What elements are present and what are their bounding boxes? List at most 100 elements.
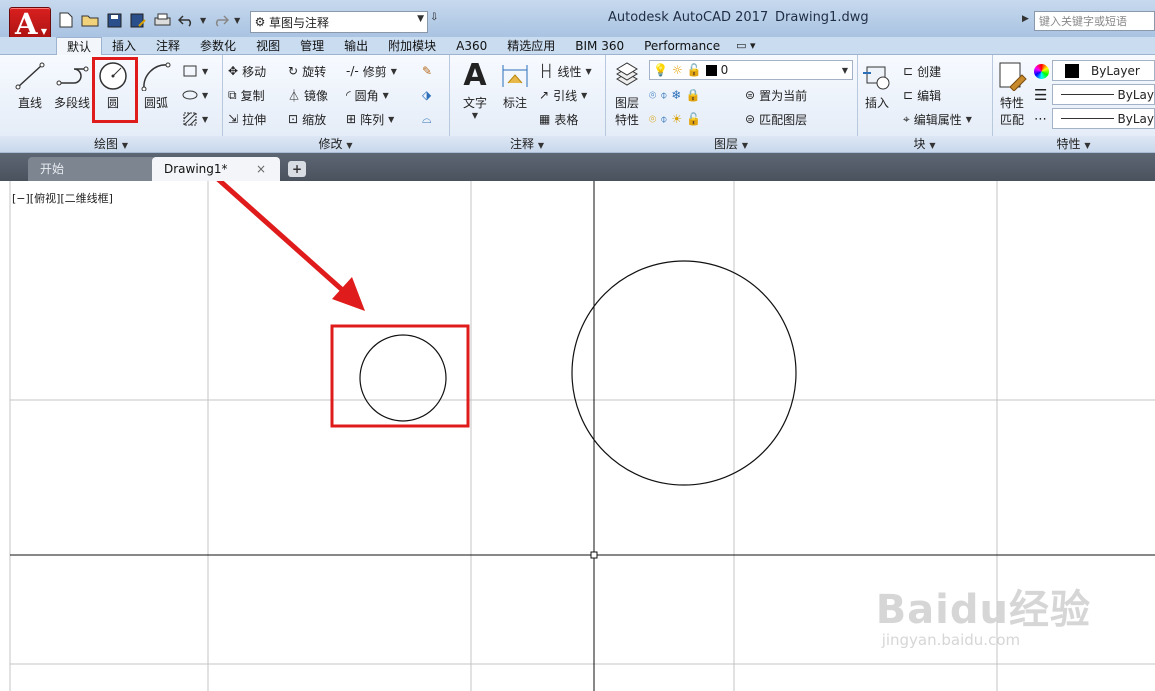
print-icon[interactable]	[152, 10, 172, 30]
leader-tool[interactable]: ↗ 引线 ▼	[539, 85, 587, 105]
layer-off-icon[interactable]: ⌾	[649, 88, 656, 103]
chevron-down-icon: ▼	[202, 114, 209, 124]
customize-qat-icon[interactable]: ⇩	[430, 12, 438, 23]
close-icon[interactable]: ×	[256, 157, 266, 181]
tab-bim360[interactable]: BIM 360	[565, 37, 634, 55]
chevron-down-icon: ▼	[346, 141, 353, 150]
explode-tool[interactable]: ⬗	[422, 85, 431, 105]
make-current-tool[interactable]: ⊜ 置为当前	[745, 85, 807, 105]
lock-open-icon: 🔓	[686, 63, 702, 77]
play-icon[interactable]: ▶	[1022, 14, 1029, 24]
dimension-tool[interactable]: 标注	[499, 61, 531, 111]
match-layer-label: 匹配图层	[759, 112, 808, 127]
lightbulb-icon: 💡	[653, 63, 668, 77]
trim-tool[interactable]: -/- 修剪 ▼	[346, 61, 397, 81]
text-tool[interactable]: A 文字 ▼	[459, 61, 491, 121]
viewport-controls[interactable]: [−][俯视][二维线框]	[12, 190, 113, 206]
match-properties-tool[interactable]: 特性 匹配	[996, 61, 1028, 128]
hatch-pattern-tool[interactable]: ▼	[182, 109, 208, 129]
file-tab-drawing[interactable]: Drawing1* ×	[152, 157, 280, 181]
linear-dimension-icon: ├┤	[539, 64, 554, 78]
move-tool[interactable]: ✥ 移动	[228, 61, 266, 81]
linear-tool[interactable]: ├┤ 线性 ▼	[539, 61, 592, 81]
undo-icon[interactable]	[176, 10, 196, 30]
tab-performance[interactable]: Performance	[634, 37, 730, 55]
layer-thaw-icon[interactable]: ☀	[671, 112, 682, 126]
tab-output[interactable]: 输出	[334, 37, 378, 55]
layer-properties-tool[interactable]: 图层 特性	[611, 61, 643, 128]
hatch-tool[interactable]: ▼	[182, 85, 208, 105]
chevron-down-icon: ▼	[202, 90, 209, 100]
small-circle[interactable]	[359, 334, 447, 422]
tab-featured-apps[interactable]: 精选应用	[497, 37, 565, 55]
properties-panel-title[interactable]: 特性 ▼	[992, 136, 1155, 152]
app-title: Autodesk AutoCAD 2017	[608, 10, 769, 25]
modify-panel-title[interactable]: 修改 ▼	[222, 136, 449, 152]
tab-parametric[interactable]: 参数化	[190, 37, 246, 55]
new-file-icon[interactable]	[56, 10, 76, 30]
layer-freeze-icon[interactable]: ❄	[671, 88, 681, 102]
ribbon-minimize-icon[interactable]: ▭ ▾	[730, 37, 761, 54]
copy-tool[interactable]: ⧉ 复制	[228, 85, 265, 105]
file-tab-start[interactable]: 开始	[28, 157, 156, 181]
layer-dropdown[interactable]: 💡 ☼ 🔓 0 ▼	[649, 60, 853, 80]
open-folder-icon[interactable]	[80, 10, 100, 30]
linetype-dropdown[interactable]: ByLay	[1052, 108, 1155, 129]
rectangle-tool[interactable]: ▼	[182, 61, 208, 81]
chevron-down-icon[interactable]: ▼	[234, 16, 240, 25]
draw-panel-title[interactable]: 绘图 ▼	[0, 136, 222, 152]
stretch-tool[interactable]: ⇲ 拉伸	[228, 109, 266, 129]
lineweight-icon[interactable]: ☰	[1034, 85, 1047, 105]
new-tab-button[interactable]: +	[288, 161, 306, 177]
offset-icon: ⌓	[422, 111, 432, 126]
line-sample	[1061, 94, 1114, 95]
ribbon-tab-bar: 默认 插入 注释 参数化 视图 管理 输出 附加模块 A360 精选应用 BIM…	[0, 37, 1155, 57]
chevron-down-icon[interactable]: ▼	[200, 16, 206, 25]
layer-unisolate-icon[interactable]: ⌽	[660, 112, 667, 127]
array-tool[interactable]: ⊞ 阵列 ▼	[346, 109, 394, 129]
scale-tool[interactable]: ⊡ 缩放	[288, 109, 326, 129]
save-icon[interactable]	[104, 10, 124, 30]
layer-unlock-icon[interactable]: 🔓	[686, 112, 701, 126]
layer-lock-icon[interactable]: 🔒	[685, 88, 700, 102]
arc-tool[interactable]: 圆弧	[140, 61, 172, 111]
edit-attributes-tool[interactable]: ⌖ 编辑属性 ▼	[903, 109, 972, 129]
rotate-tool[interactable]: ↻ 旋转	[288, 61, 326, 81]
workspace-dropdown[interactable]: ⚙ 草图与注释 ▼	[250, 11, 428, 33]
annotation-panel-title[interactable]: 注释 ▼	[449, 136, 605, 152]
edit-block-tool[interactable]: ⊏ 编辑	[903, 85, 941, 105]
tab-manage[interactable]: 管理	[290, 37, 334, 55]
tab-view[interactable]: 视图	[246, 37, 290, 55]
tab-insert[interactable]: 插入	[102, 37, 146, 55]
file-tab-bar: 开始 Drawing1* × +	[0, 153, 1155, 181]
save-as-icon[interactable]	[128, 10, 148, 30]
tab-default[interactable]: 默认	[56, 37, 103, 57]
match-layer-tool[interactable]: ⊜ 匹配图层	[745, 109, 807, 129]
line-tool[interactable]: 直线	[14, 61, 46, 111]
lineweight-dropdown[interactable]: ByLay	[1052, 84, 1155, 105]
table-tool[interactable]: ▦ 表格	[539, 109, 578, 129]
fillet-tool[interactable]: ◜ 圆角 ▼	[346, 85, 389, 105]
edit-attributes-icon: ⌖	[903, 111, 910, 126]
tab-a360[interactable]: A360	[446, 37, 497, 55]
layer-on-icon[interactable]: ⌾	[649, 112, 656, 127]
linetype-value: ByLay	[1117, 111, 1154, 126]
insert-block-tool[interactable]: 插入	[861, 61, 893, 111]
tab-annotate[interactable]: 注释	[146, 37, 190, 55]
color-dropdown[interactable]: ByLayer	[1052, 60, 1155, 81]
layer-isolate-icon[interactable]: ⌽	[660, 88, 667, 103]
offset-tool[interactable]: ⌓	[422, 109, 432, 129]
erase-tool[interactable]: ✎	[422, 61, 432, 81]
mirror-tool[interactable]: ⏃ 镜像	[288, 85, 328, 105]
linear-label: 线性	[557, 64, 582, 79]
search-input[interactable]: 键入关键字或短语	[1034, 11, 1155, 31]
linetype-icon[interactable]: ⋯	[1034, 109, 1047, 129]
create-block-tool[interactable]: ⊏ 创建	[903, 61, 941, 81]
redo-icon[interactable]	[210, 10, 230, 30]
block-panel-title[interactable]: 块 ▼	[857, 136, 992, 152]
layers-panel-title[interactable]: 图层 ▼	[605, 136, 857, 152]
polyline-tool[interactable]: 多段线	[54, 61, 90, 111]
tab-addins[interactable]: 附加模块	[378, 37, 446, 55]
large-circle[interactable]	[571, 260, 797, 486]
color-wheel-icon[interactable]	[1034, 61, 1049, 81]
